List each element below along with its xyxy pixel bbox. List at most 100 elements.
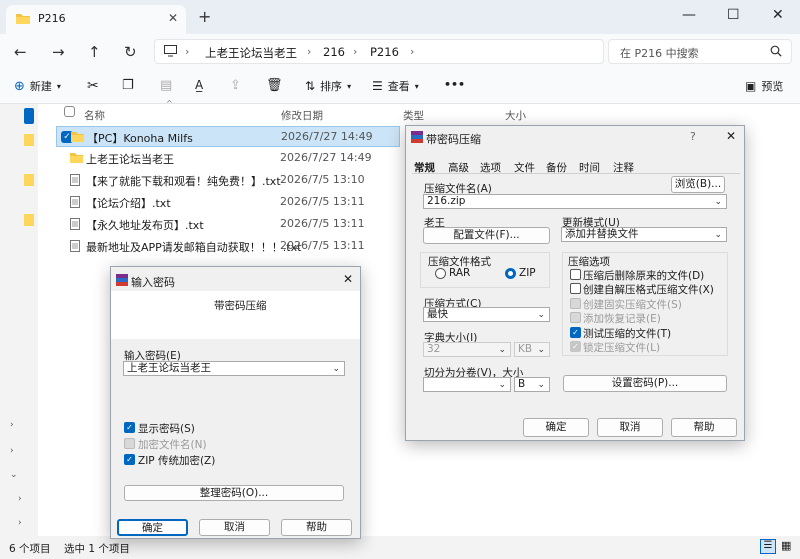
option-checkbox[interactable] [570,312,581,324]
nav-item-icon[interactable] [24,108,34,124]
archive-cancel-button[interactable]: 取消 [597,418,663,437]
set-password-button[interactable]: 设置密码(P)... [563,375,727,392]
folder-icon [70,152,83,163]
password-cancel-button[interactable]: 取消 [199,519,270,536]
file-row[interactable]: 【来了就能下载和观看！纯免费！】.txt 2026/7/5 13:10 [56,170,400,191]
option-label: 压缩后删除原来的文件(D) [583,270,705,282]
dict-size-select[interactable]: 32 ⌄ [423,342,511,357]
organize-passwords-button[interactable]: 整理密码(O)... [124,485,344,501]
file-row[interactable]: 【论坛介绍】.txt 2026/7/5 13:11 [56,192,400,213]
column-header-name[interactable]: 名称 [84,108,105,123]
show-password-checkbox[interactable]: ✓ [124,422,135,433]
column-header-type[interactable]: 类型 [403,108,424,123]
option-checkbox[interactable] [570,269,581,280]
new-button[interactable]: ⊕ 新建 ▾ [14,78,61,94]
nav-folder-icon[interactable] [24,134,34,146]
encrypt-names-checkbox[interactable] [124,438,135,449]
expand-chevron-icon[interactable]: › [10,420,14,430]
help-icon[interactable]: ? [690,130,696,143]
zip-legacy-label: ZIP 传统加密(Z) [138,455,216,467]
password-value: 上老王论坛当老王 [127,362,211,374]
archive-help-button[interactable]: 帮助 [671,418,737,437]
close-window-icon[interactable]: ✕ [772,7,784,23]
archive-ok-button[interactable]: 确定 [523,418,589,437]
column-header-size[interactable]: 大小 [505,108,526,123]
forward-icon[interactable]: → [52,43,65,61]
breadcrumb-item[interactable]: P216 [370,45,399,59]
expand-chevron-icon[interactable]: ⌄ [10,470,18,480]
more-options-button[interactable]: ••• [444,78,465,91]
expand-chevron-icon[interactable]: › [10,446,14,456]
method-select[interactable]: 最快 ⌄ [423,307,550,322]
file-row[interactable]: 【永久地址发布页】.txt 2026/7/5 13:11 [56,214,400,235]
navigation-pane[interactable]: › › ⌄ › › [0,104,38,536]
share-icon[interactable]: ⇪ [230,78,241,93]
search-input[interactable]: 在 P216 中搜索 [608,39,792,64]
profiles-button[interactable]: 配置文件(F)... [423,227,550,244]
rename-icon[interactable]: A̲ [195,78,203,92]
sort-icon: ⇅ [305,79,316,93]
chevron-down-icon: ▾ [56,81,61,91]
browse-button[interactable]: 浏览(B)... [671,176,725,193]
expand-chevron-icon[interactable]: › [18,518,22,528]
minimize-icon[interactable]: — [682,7,696,23]
close-tab-icon[interactable]: ✕ [168,11,178,25]
paste-icon[interactable]: ▤ [160,78,172,93]
close-icon[interactable]: ✕ [343,272,353,286]
selection-count: 选中 1 个项目 [64,543,130,555]
option-checkbox[interactable]: ✓ [570,341,581,352]
select-all-checkbox[interactable] [64,106,75,117]
sort-label: 排序 [320,80,343,93]
option-label: 锁定压缩文件(L) [583,342,661,354]
copy-icon[interactable]: ❐ [122,78,134,93]
split-size-input[interactable]: ⌄ [423,377,511,392]
preview-button[interactable]: ▣ 预览 [745,78,783,94]
address-field[interactable]: › 上老王论坛当老王 › 216 › P216 › [154,39,604,64]
column-header-date[interactable]: 修改日期 [281,108,323,123]
zip-radio[interactable] [505,268,516,279]
view-icon: ☰ [372,79,383,93]
file-row[interactable]: 上老王论坛当老王 2026/7/27 14:49 [56,148,400,169]
nav-folder-icon[interactable] [24,214,34,226]
item-count: 6 个项目 [9,543,51,555]
file-date: 2026/7/5 13:11 [280,195,365,208]
dropdown-arrow-icon: ⌄ [498,380,506,390]
method-value: 最快 [427,308,448,320]
tiles-view-icon[interactable]: ▦ [781,539,791,552]
update-mode-select[interactable]: 添加并替换文件 ⌄ [561,227,727,242]
archive-name-input[interactable]: 216.zip ⌄ [423,194,727,209]
close-icon[interactable]: ✕ [726,129,736,143]
refresh-icon[interactable]: ↻ [124,43,137,61]
zip-legacy-checkbox[interactable]: ✓ [124,454,135,465]
password-input[interactable]: 上老王论坛当老王 ⌄ [123,361,345,376]
breadcrumb-item[interactable]: 上老王论坛当老王 [205,45,297,61]
view-label: 查看 [387,80,410,93]
view-button[interactable]: ☰ 查看 ▾ [372,78,419,94]
split-unit-select[interactable]: B ⌄ [514,377,550,392]
computer-icon [164,45,177,57]
nav-folder-icon[interactable] [24,174,34,186]
new-tab-icon[interactable]: + [198,7,211,26]
password-help-button[interactable]: 帮助 [281,519,352,536]
up-icon[interactable]: ↑ [88,43,101,61]
maximize-icon[interactable]: ☐ [727,7,740,23]
file-row[interactable]: 最新地址及APP请发邮箱自动获取！！！.txt 2026/7/5 13:11 [56,236,400,257]
option-checkbox[interactable] [570,283,581,295]
folder-icon [71,131,84,142]
option-checkbox[interactable]: ✓ [570,326,581,338]
dropdown-arrow-icon: ⌄ [714,197,722,207]
breadcrumb-item[interactable]: 216 [323,45,345,59]
rar-radio[interactable] [435,268,446,279]
options-label: 压缩选项 [568,256,610,268]
sort-button[interactable]: ⇅ 排序 ▾ [305,78,351,94]
details-view-icon[interactable]: ☰ [760,539,776,554]
delete-icon[interactable]: 🗑 [266,78,283,93]
back-icon[interactable]: ← [14,43,27,61]
option-checkbox[interactable] [570,297,581,309]
cut-icon[interactable]: ✂ [87,78,99,94]
expand-chevron-icon[interactable]: › [18,494,22,504]
tab-p216[interactable]: P216 ✕ [6,5,186,34]
dict-unit-select[interactable]: KB ⌄ [514,342,550,357]
file-row[interactable]: ✓ 【PC】Konoha Milfs 2026/7/27 14:49 [56,126,400,147]
password-ok-button[interactable]: 确定 [117,519,188,536]
